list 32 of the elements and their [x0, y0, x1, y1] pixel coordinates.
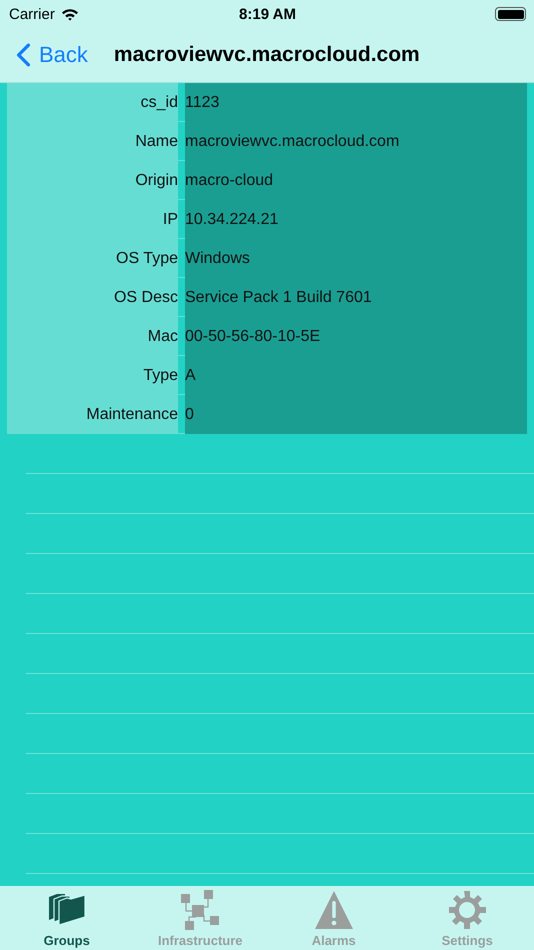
field-label: Mac	[7, 317, 178, 356]
field-label: OS Desc	[7, 278, 178, 317]
field-value: macroviewvc.macrocloud.com	[185, 122, 527, 161]
field-label: OS Type	[7, 239, 178, 278]
nav-title: macroviewvc.macrocloud.com	[114, 43, 420, 67]
tab-item[interactable]: Alarms	[267, 886, 400, 950]
field-label: Type	[7, 356, 178, 395]
clock-time: 8:19 AM	[239, 6, 296, 22]
back-button[interactable]: Back	[0, 42, 88, 68]
field-value: 00-50-56-80-10-5E	[185, 317, 527, 356]
tab-item[interactable]: Groups	[0, 886, 134, 950]
carrier-label: Carrier	[9, 6, 55, 22]
settings-icon	[447, 889, 488, 931]
field-label: Maintenance	[7, 395, 178, 434]
field-label: Origin	[7, 161, 178, 200]
field-value: Service Pack 1 Build 7601	[185, 278, 527, 317]
field-value: 1123	[185, 83, 527, 122]
field-value: A	[185, 356, 527, 395]
tab-item[interactable]: Infrastructure	[134, 886, 267, 950]
field-label: cs_id	[7, 83, 178, 122]
network-diagram-icon	[180, 889, 220, 931]
warning-icon	[314, 889, 354, 931]
field-value: 10.34.224.21	[185, 200, 527, 239]
field-value: Windows	[185, 239, 527, 278]
field-value: macro-cloud	[185, 161, 527, 200]
field-label: Name	[7, 122, 178, 161]
field-value: 0	[185, 395, 527, 434]
battery-icon	[495, 7, 526, 21]
tab-item[interactable]: Settings	[400, 886, 534, 950]
chevron-left-icon	[16, 43, 31, 67]
wifi-icon	[60, 8, 79, 20]
field-label: IP	[7, 200, 178, 239]
